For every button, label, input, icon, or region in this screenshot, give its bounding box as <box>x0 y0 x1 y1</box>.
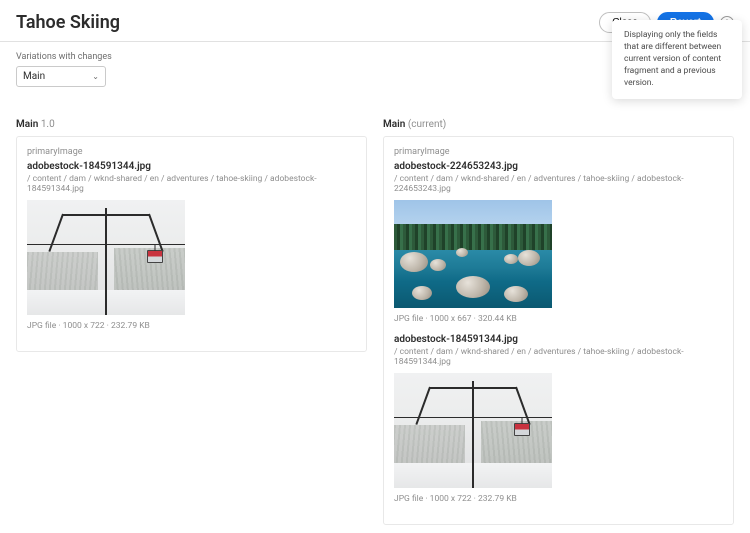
version-column-previous: Main 1.0 primaryImage adobestock-1845913… <box>16 119 367 525</box>
property-label: primaryImage <box>394 147 723 157</box>
asset-new-caption: JPG file · 1000 x 667 · 320.44 KB <box>394 314 723 324</box>
asset-thumbnail[interactable] <box>27 200 185 315</box>
chevron-down-icon: ⌄ <box>92 72 99 81</box>
asset-caption: JPG file · 1000 x 722 · 232.79 KB <box>27 321 356 331</box>
property-label: primaryImage <box>27 147 356 157</box>
page-title: Tahoe Skiing <box>16 12 120 33</box>
version-heading-previous: Main 1.0 <box>16 119 367 130</box>
asset-new-filepath: / content / dam / wknd-shared / en / adv… <box>394 174 723 194</box>
version-heading-current: Main (current) <box>383 119 734 130</box>
asset-old-caption: JPG file · 1000 x 722 · 232.79 KB <box>394 494 723 504</box>
version-heading-main: Main <box>16 119 38 130</box>
variations-select[interactable]: Main ⌄ <box>16 66 106 87</box>
asset-new-thumbnail[interactable] <box>394 200 552 308</box>
version-column-current: Main (current) primaryImage adobestock-2… <box>383 119 734 525</box>
version-heading-main: Main <box>383 119 405 130</box>
asset-old-filepath: / content / dam / wknd-shared / en / adv… <box>394 347 723 367</box>
compare-row: Main 1.0 primaryImage adobestock-1845913… <box>0 91 750 533</box>
variations-select-value: Main <box>23 71 45 82</box>
asset-filepath: / content / dam / wknd-shared / en / adv… <box>27 174 356 194</box>
info-tooltip: Displaying only the fields that are diff… <box>612 20 742 99</box>
card-current: primaryImage adobestock-224653243.jpg / … <box>383 136 734 525</box>
asset-new-filename: adobestock-224653243.jpg <box>394 161 723 172</box>
version-heading-sub: 1.0 <box>41 119 55 130</box>
card-previous: primaryImage adobestock-184591344.jpg / … <box>16 136 367 352</box>
asset-filename: adobestock-184591344.jpg <box>27 161 356 172</box>
asset-old-filename: adobestock-184591344.jpg <box>394 334 723 345</box>
asset-old-thumbnail[interactable] <box>394 373 552 488</box>
version-heading-sub: (current) <box>408 119 446 130</box>
